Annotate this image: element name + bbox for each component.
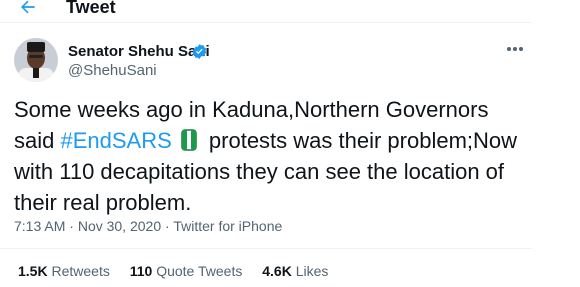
top-bar: Tweet: [0, 0, 580, 22]
divider: [0, 22, 532, 23]
likes-count: 4.6K: [262, 263, 292, 279]
divider: [0, 248, 532, 249]
page-title: Tweet: [66, 0, 116, 17]
retweets-label: Retweets: [51, 263, 110, 279]
retweets-count: 1.5K: [18, 263, 48, 279]
avatar-image: [14, 38, 58, 82]
arrow-left-icon[interactable]: [18, 0, 38, 17]
author-name[interactable]: Senator Shehu Sani: [68, 43, 210, 60]
nigeria-flag-emoji-icon: [181, 129, 197, 151]
tweet-stats: 1.5K Retweets 110 Quote Tweets 4.6K Like…: [18, 263, 344, 279]
meta-separator-2: ·: [161, 218, 174, 234]
quote-tweets-stat[interactable]: 110 Quote Tweets: [130, 263, 243, 279]
hashtag-link[interactable]: #EndSARS: [60, 128, 171, 153]
likes-stat[interactable]: 4.6K Likes: [262, 263, 328, 279]
quote-tweets-label: Quote Tweets: [156, 263, 243, 279]
tweet-meta: 7:13 AM · Nov 30, 2020 · Twitter for iPh…: [14, 218, 282, 234]
meta-separator: ·: [65, 218, 78, 234]
tweet-source[interactable]: Twitter for iPhone: [173, 218, 282, 234]
likes-label: Likes: [295, 263, 329, 279]
tweet-time[interactable]: 7:13 AM: [14, 218, 65, 234]
more-options-icon[interactable]: [504, 42, 526, 56]
quote-tweets-count: 110: [129, 263, 153, 279]
retweets-stat[interactable]: 1.5K Retweets: [18, 263, 110, 279]
tweet-date[interactable]: Nov 30, 2020: [78, 218, 161, 234]
tweet-text: Some weeks ago in Kaduna,Northern Govern…: [14, 94, 534, 218]
avatar[interactable]: [14, 38, 58, 82]
author-handle[interactable]: @ShehuSani: [68, 62, 157, 79]
verified-badge-icon: [192, 44, 207, 59]
